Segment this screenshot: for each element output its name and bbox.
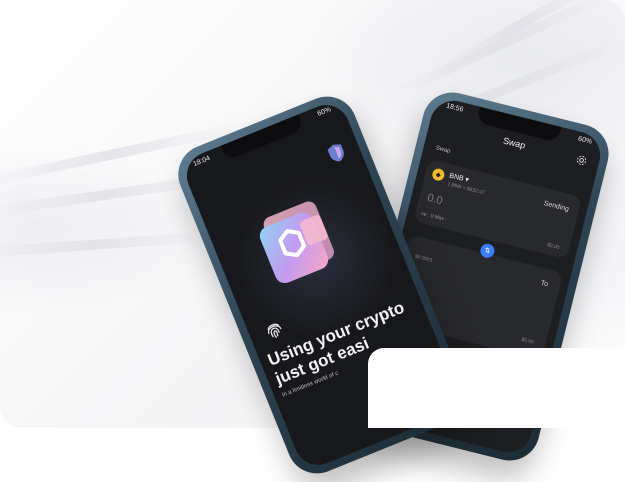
swap-section-label: Swap — [434, 145, 451, 155]
shield-icon — [327, 144, 344, 162]
max-button[interactable]: Max : — [434, 214, 447, 223]
balance-label: ce : 0 — [420, 210, 435, 220]
balance-row: ce : 0 Max : — [421, 211, 448, 223]
status-time: 18:56 — [445, 102, 465, 114]
amount-input[interactable]: 0.0 — [426, 192, 444, 207]
bnb-token-icon: ◆ — [431, 167, 446, 182]
chevron-down-icon: ▾ — [464, 176, 470, 185]
white-overlay-panel — [368, 348, 625, 428]
status-battery: 60% — [316, 106, 333, 118]
status-battery: 60% — [577, 135, 593, 146]
to-label: To — [539, 279, 549, 289]
to-token-price: $0.0001 — [414, 253, 434, 264]
status-time: 18:04 — [192, 155, 212, 169]
usd-value: $0.00 — [546, 242, 560, 251]
sending-label: Sending — [542, 200, 570, 214]
to-usd-value: $0.00 — [520, 336, 535, 346]
